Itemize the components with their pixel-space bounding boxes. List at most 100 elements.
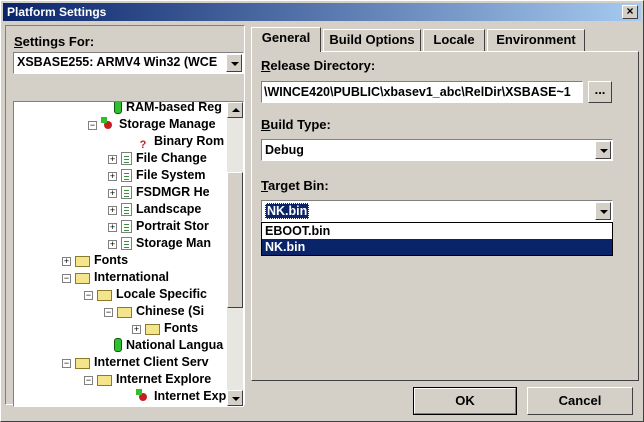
browse-button[interactable]: ... — [588, 81, 612, 103]
tree-item-label: Storage Man — [136, 236, 212, 250]
tree-item-label: Landscape — [136, 202, 202, 216]
tree-item-label: Binary Rom — [154, 134, 225, 148]
registry-icon — [114, 102, 122, 114]
tree-item[interactable]: − Chinese (Si — [104, 303, 204, 320]
tab-general[interactable]: General — [251, 27, 321, 52]
build-type-label: Build Type: — [261, 117, 331, 132]
expand-icon[interactable]: + — [108, 155, 117, 164]
target-bin-label: Target Bin: — [261, 178, 329, 193]
tree-item[interactable]: + File System — [108, 167, 205, 184]
tree-item[interactable]: RAM-based Reg — [114, 101, 222, 116]
tree-item[interactable]: + Landscape — [108, 201, 201, 218]
expand-icon[interactable]: + — [108, 223, 117, 232]
tree-item-label: International — [94, 270, 170, 284]
tree-item[interactable]: − International — [62, 269, 169, 286]
document-icon — [121, 169, 132, 182]
tree-item-label: Internet Client Serv — [94, 355, 209, 369]
expand-icon[interactable]: + — [108, 172, 117, 181]
dropdown-option-nk[interactable]: NK.bin — [262, 239, 612, 255]
storage-icon — [136, 389, 150, 403]
tab-locale[interactable]: Locale — [423, 29, 485, 51]
platform-settings-window: Platform Settings × Settings For: XSBASE… — [0, 0, 644, 422]
release-directory-value: \WINCE420\PUBLIC\xbasev1_abc\RelDir\XSBA… — [264, 85, 571, 99]
tree-item-label: Chinese (Si — [136, 304, 205, 318]
tree-item-label: National Langua — [126, 338, 224, 352]
scroll-thumb[interactable] — [227, 172, 243, 308]
target-bin-dropdown-list[interactable]: EBOOT.bin NK.bin — [261, 222, 613, 256]
tree-item[interactable]: National Langua — [114, 337, 223, 354]
tree-item[interactable]: − Internet Explore — [84, 371, 211, 388]
folder-icon — [75, 358, 90, 369]
tree-item-label: Internet Explore — [116, 372, 212, 386]
ok-button[interactable]: OK — [413, 387, 517, 415]
target-bin-combobox[interactable]: NK.bin — [261, 200, 613, 222]
collapse-icon[interactable]: − — [84, 376, 93, 385]
tab-build-options[interactable]: Build Options — [323, 29, 421, 51]
chevron-down-icon[interactable] — [226, 54, 242, 72]
tree-item-label: Fonts — [164, 321, 199, 335]
expand-icon[interactable]: + — [108, 189, 117, 198]
folder-icon — [117, 307, 132, 318]
collapse-icon[interactable]: − — [104, 308, 113, 317]
release-directory-field[interactable]: \WINCE420\PUBLIC\xbasev1_abc\RelDir\XSBA… — [261, 81, 583, 103]
tree-item[interactable]: + Portrait Stor — [108, 218, 209, 235]
tree-item[interactable]: Internet Exp — [136, 388, 226, 405]
scroll-down-button[interactable] — [227, 390, 243, 406]
close-button[interactable]: × — [622, 5, 638, 19]
tree-item[interactable]: + Fonts — [62, 252, 128, 269]
chevron-down-icon[interactable] — [595, 141, 611, 159]
tab-environment[interactable]: Environment — [487, 29, 585, 51]
tree-item[interactable]: − Storage Manage — [88, 116, 216, 133]
collapse-icon[interactable]: − — [62, 274, 71, 283]
tree-item-label: Storage Manage — [119, 117, 216, 131]
collapse-icon[interactable]: − — [84, 291, 93, 300]
folder-icon — [75, 273, 90, 284]
document-icon — [121, 186, 132, 199]
collapse-icon[interactable]: − — [62, 359, 71, 368]
settings-for-combobox[interactable]: XSBASE255: ARMV4 Win32 (WCE — [13, 52, 244, 74]
scroll-up-button[interactable] — [227, 102, 243, 118]
tree-item-label: Portrait Stor — [136, 219, 209, 233]
chevron-down-icon[interactable] — [595, 202, 611, 220]
settings-for-label: Settings For: — [14, 34, 95, 49]
expand-icon[interactable]: + — [62, 257, 71, 266]
storage-icon — [101, 117, 115, 131]
tree-item[interactable]: + Fonts — [132, 320, 198, 337]
settings-tree[interactable]: Internet Exp − Internet Explore − Internet C… — [13, 101, 244, 407]
window-title: Platform Settings — [7, 5, 107, 19]
tree-item[interactable]: + File Change — [108, 150, 207, 167]
tree-item-label: Locale Specific — [116, 287, 208, 301]
folder-icon — [75, 256, 90, 267]
dropdown-option-eboot[interactable]: EBOOT.bin — [262, 223, 612, 239]
tree-scrollbar[interactable] — [227, 102, 243, 406]
expand-icon[interactable]: + — [132, 325, 141, 334]
cancel-button[interactable]: Cancel — [527, 387, 633, 415]
tree-item-label: Fonts — [94, 253, 129, 267]
settings-for-panel: Settings For: XSBASE255: ARMV4 Win32 (WC… — [5, 25, 245, 407]
settings-for-value: XSBASE255: ARMV4 Win32 (WCE — [17, 55, 218, 69]
tree-item[interactable]: − Internet Client Serv — [62, 354, 209, 371]
tree-item-label: RAM-based Reg — [126, 101, 222, 114]
expand-icon[interactable]: + — [108, 240, 117, 249]
tree-item-label: FSDMGR He — [136, 185, 210, 199]
build-type-combobox[interactable]: Debug — [261, 139, 613, 161]
tree-item[interactable]: + Storage Man — [108, 235, 211, 252]
expand-icon[interactable]: + — [108, 206, 117, 215]
title-bar[interactable]: Platform Settings × — [3, 3, 641, 21]
unknown-icon: ? — [139, 139, 147, 151]
build-type-value: Debug — [265, 143, 304, 157]
document-icon — [121, 220, 132, 233]
tree-item[interactable]: + FSDMGR He — [108, 184, 210, 201]
target-bin-value: NK.bin — [265, 203, 310, 219]
collapse-icon[interactable]: − — [88, 121, 97, 130]
registry-icon — [114, 338, 122, 352]
tree-item[interactable]: ? Binary Rom — [136, 133, 225, 151]
folder-icon — [145, 324, 160, 335]
tree-item[interactable]: − Locale Specific — [84, 286, 207, 303]
release-directory-label: Release Directory: — [261, 58, 376, 73]
tree-item-label: File System — [136, 168, 206, 182]
document-icon — [121, 203, 132, 216]
tree-item-label: File Change — [136, 151, 207, 165]
folder-icon — [97, 375, 112, 386]
close-icon: × — [626, 4, 634, 18]
